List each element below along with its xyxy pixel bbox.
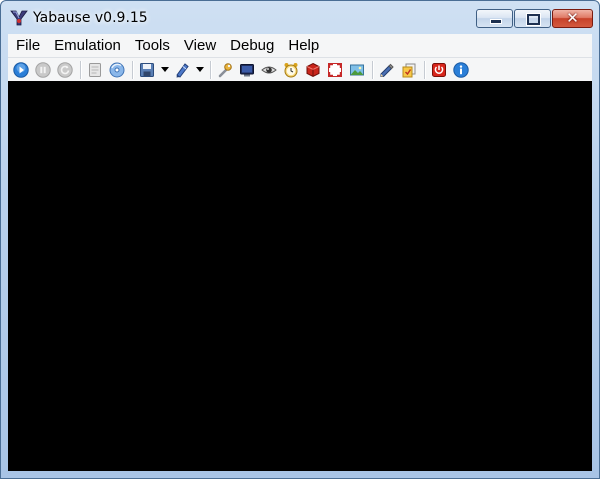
menu-emulation[interactable]: Emulation — [47, 35, 128, 57]
toolbar — [8, 58, 592, 81]
cheats-button[interactable] — [400, 61, 418, 79]
toolbar-separator — [424, 60, 426, 79]
red-cube-icon — [306, 62, 320, 77]
emulator-display[interactable] — [8, 81, 592, 471]
window-title: Yabause v0.9.15 — [33, 10, 148, 26]
video-settings-button[interactable] — [238, 61, 256, 79]
chevron-down-icon — [160, 67, 169, 72]
maximize-icon — [526, 13, 541, 26]
toolbar-separator — [210, 60, 212, 79]
open-iso-button[interactable] — [108, 61, 126, 79]
minimize-icon — [490, 19, 502, 24]
close-icon: ✕ — [566, 9, 579, 27]
load-state-dropdown[interactable] — [195, 61, 204, 79]
frame-limit-button[interactable] — [282, 61, 300, 79]
load-state-button[interactable] — [173, 61, 191, 79]
menu-bar: File Emulation Tools View Debug Help — [8, 34, 592, 58]
caption-buttons: ✕ — [476, 9, 593, 29]
about-info-icon — [453, 61, 469, 78]
about-button[interactable] — [452, 61, 470, 79]
yabause-logo-icon[interactable] — [10, 10, 28, 26]
menu-tools[interactable]: Tools — [128, 35, 177, 57]
reset-icon — [57, 61, 73, 78]
play-button[interactable] — [12, 61, 30, 79]
fullscreen-icon — [328, 62, 342, 77]
exit-icon — [432, 62, 446, 77]
clock-icon — [284, 62, 298, 77]
video-monitor-icon — [240, 63, 254, 76]
close-button[interactable]: ✕ — [552, 9, 593, 28]
menu-help[interactable]: Help — [281, 35, 326, 57]
minimize-button[interactable] — [476, 9, 513, 28]
eye-icon — [261, 66, 277, 73]
cheats-icon — [402, 63, 416, 77]
menu-file[interactable]: File — [8, 35, 47, 57]
toolbar-separator — [132, 60, 134, 79]
toolbar-separator — [80, 60, 82, 79]
maximize-button[interactable] — [514, 9, 551, 28]
toolbar-separator — [372, 60, 374, 79]
title-bar[interactable]: Yabause v0.9.15 ✕ — [1, 1, 599, 33]
memory-editor-button[interactable] — [378, 61, 396, 79]
load-state-icon — [176, 62, 189, 78]
settings-wrench-icon — [218, 62, 232, 77]
disc-icon — [109, 62, 125, 77]
settings-button[interactable] — [216, 61, 234, 79]
pause-icon — [35, 61, 51, 78]
open-cd-button[interactable] — [86, 61, 104, 79]
reset-button[interactable] — [56, 61, 74, 79]
play-icon — [13, 61, 29, 78]
debug-cube-button[interactable] — [304, 61, 322, 79]
load-cd-icon — [89, 62, 101, 77]
memory-card-icon — [380, 63, 394, 77]
save-state-icon — [140, 62, 154, 77]
exit-button[interactable] — [430, 61, 448, 79]
menu-view[interactable]: View — [177, 35, 223, 57]
pause-button[interactable] — [34, 61, 52, 79]
view-layers-button[interactable] — [260, 61, 278, 79]
screenshot-icon — [350, 64, 364, 75]
app-window: Yabause v0.9.15 ✕ File Emulation Tools V… — [0, 0, 600, 479]
menu-debug[interactable]: Debug — [223, 35, 281, 57]
screenshot-button[interactable] — [348, 61, 366, 79]
chevron-down-icon — [195, 67, 204, 72]
save-state-button[interactable] — [138, 61, 156, 79]
fullscreen-button[interactable] — [326, 61, 344, 79]
save-state-dropdown[interactable] — [160, 61, 169, 79]
